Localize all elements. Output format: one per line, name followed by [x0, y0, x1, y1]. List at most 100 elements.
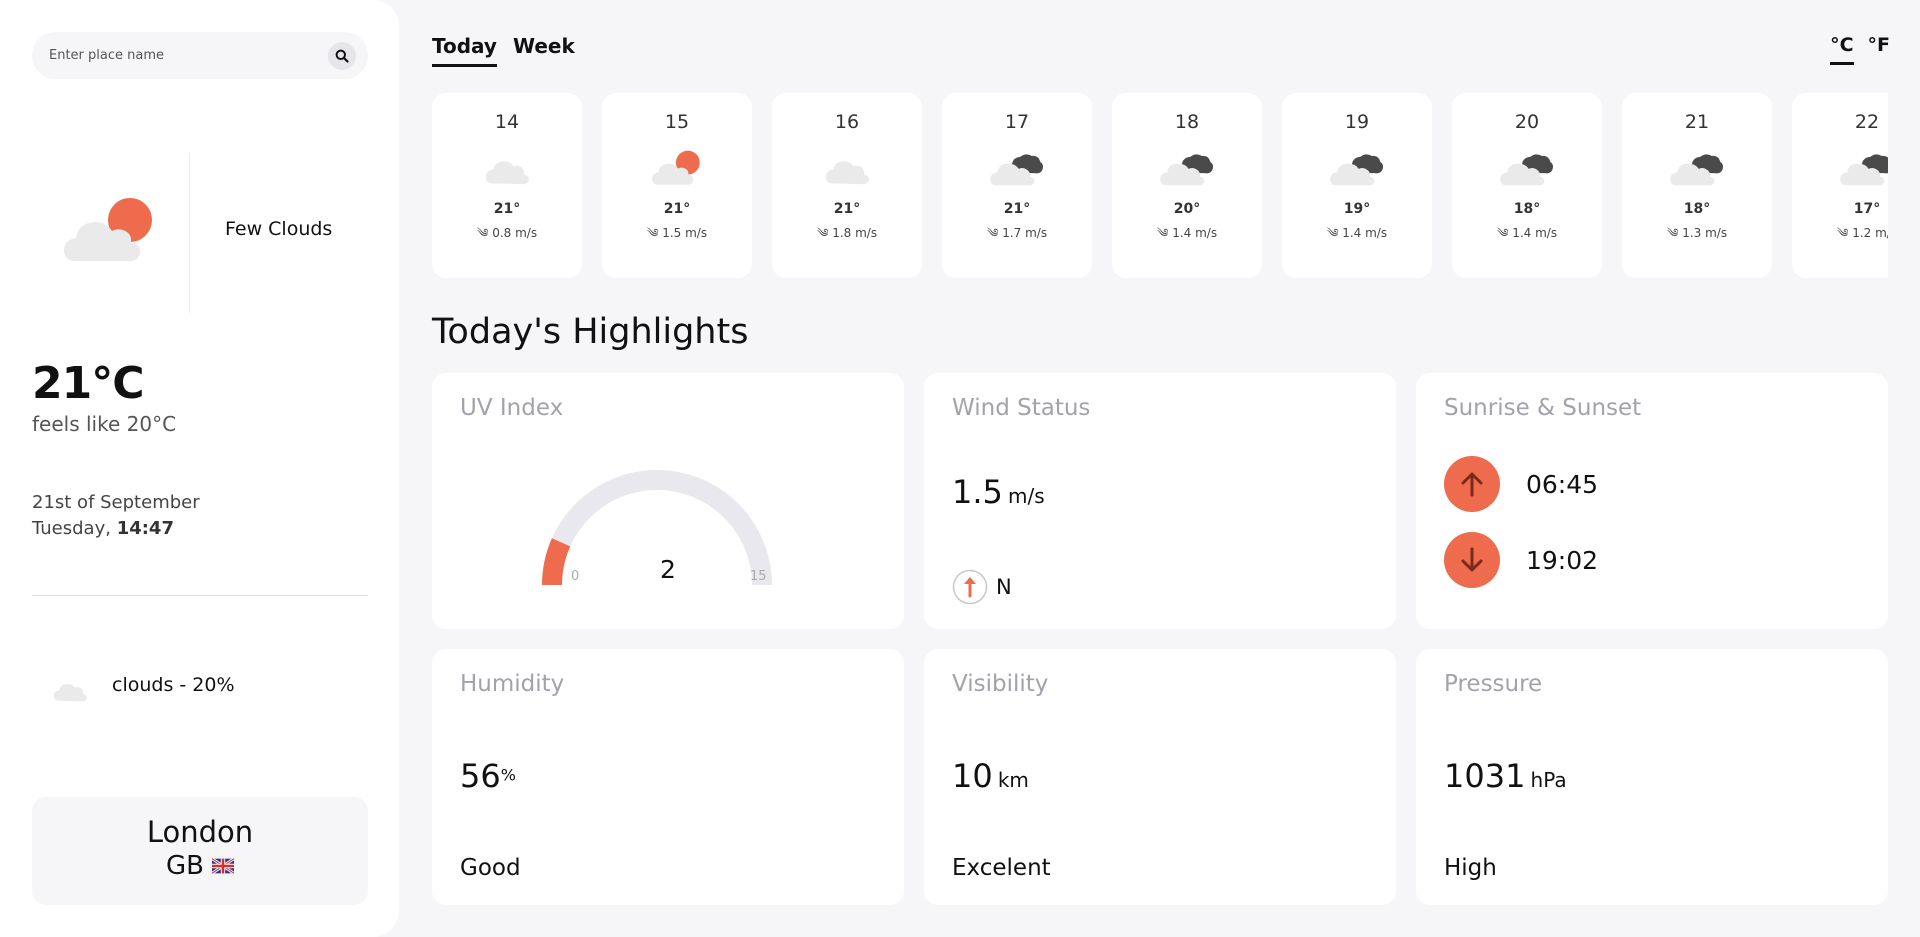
feels-like: feels like 20°C	[32, 412, 177, 436]
broken-clouds-icon	[1500, 154, 1554, 186]
forecast-card: 20 18° ༄ 1.4 m/s	[1452, 93, 1602, 278]
few-clouds-icon	[64, 198, 152, 261]
sunset-row: 19:02	[1444, 532, 1598, 588]
forecast-card: 21 18° ༄ 1.3 m/s	[1622, 93, 1772, 278]
visibility-value: 10	[952, 757, 993, 795]
forecast-temp: 19°	[1343, 201, 1371, 217]
forecast-wind-value: 1.3 m/s	[1682, 226, 1728, 240]
uv-value: 2	[660, 555, 676, 584]
forecast-wind-value: 1.4 m/s	[1512, 226, 1558, 240]
forecast-wind: ༄ 1.4 m/s	[1282, 220, 1432, 254]
visibility-unit: km	[997, 768, 1029, 792]
forecast-card: 16 21° ༄ 1.8 m/s	[772, 93, 922, 278]
forecast-temp: 20°	[1173, 201, 1201, 217]
pressure-card: Pressure 1031 hPa High	[1416, 649, 1888, 905]
card-title: Wind Status	[952, 395, 1091, 421]
divider	[189, 153, 190, 313]
pressure-value: 1031	[1444, 757, 1526, 795]
humidity-unit: %	[500, 765, 516, 785]
forecast-hour: 19	[1344, 111, 1370, 133]
forecast-wind-value: 1.4 m/s	[1342, 226, 1388, 240]
sunset-time: 19:02	[1526, 545, 1599, 575]
current-temperature: 21°C	[32, 358, 145, 409]
city-name: London	[146, 815, 254, 849]
wind-icon: ༄	[816, 226, 829, 240]
wind-direction: N	[952, 569, 1012, 605]
forecast-card: 17 21° ༄ 1.7 m/s	[942, 93, 1092, 278]
card-title: Visibility	[952, 671, 1049, 697]
wind-speed-unit: m/s	[1007, 484, 1045, 508]
current-date: 21st of September	[32, 492, 200, 513]
card-title: Humidity	[460, 671, 565, 697]
search-icon	[335, 49, 349, 63]
sunrise-icon	[1444, 456, 1500, 512]
forecast-hour: 14	[494, 111, 520, 133]
wind-speed: 1.5 m/s	[952, 473, 1045, 511]
uv-index-card: UV Index 0 15 2	[432, 373, 904, 629]
wind-icon: ༄	[476, 226, 489, 240]
wind-icon: ༄	[646, 226, 659, 240]
divider	[32, 595, 368, 596]
search-input[interactable]	[49, 48, 328, 63]
forecast-hour: 20	[1514, 111, 1540, 133]
forecast-card: 19 19° ༄ 1.4 m/s	[1282, 93, 1432, 278]
country: GB	[166, 851, 234, 881]
weekday: Tuesday,	[32, 518, 111, 539]
uv-gauge	[542, 470, 772, 586]
wind-icon: ༄	[1666, 226, 1679, 240]
forecast-wind: ༄ 1.8 m/s	[772, 220, 922, 254]
tab-week[interactable]: Week	[513, 34, 575, 67]
card-title: Sunrise & Sunset	[1444, 395, 1642, 421]
wind-status-card: Wind Status 1.5 m/s N	[924, 373, 1396, 629]
forecast-wind-value: 1.8 m/s	[832, 226, 878, 240]
forecast-wind-value: 1.7 m/s	[1002, 226, 1048, 240]
day-time: Tuesday, 14:47	[32, 518, 174, 539]
forecast-card: 22 17° ༄ 1.2 m/s	[1792, 93, 1888, 278]
wind-direction-label: N	[996, 575, 1012, 599]
unit-toggle: °C °F	[1830, 34, 1890, 65]
forecast-wind: ༄ 1.4 m/s	[1452, 220, 1602, 254]
visibility-status: Excelent	[952, 855, 1051, 881]
view-tabs: Today Week	[432, 34, 575, 67]
uk-flag-icon	[211, 858, 234, 874]
forecast-hour: 16	[834, 111, 860, 133]
wind-speed-value: 1.5	[952, 473, 1003, 511]
humidity-value: 56	[460, 757, 501, 795]
broken-clouds-icon	[1670, 154, 1724, 186]
forecast-card: 18 20° ༄ 1.4 m/s	[1112, 93, 1262, 278]
tab-today[interactable]: Today	[432, 34, 497, 67]
wind-icon: ༄	[1326, 226, 1339, 240]
wind-icon: ༄	[1156, 226, 1169, 240]
sunrise-sunset-card: Sunrise & Sunset 06:45 19:02	[1416, 373, 1888, 629]
forecast-hour: 15	[664, 111, 690, 133]
forecast-wind: ༄ 1.3 m/s	[1622, 220, 1772, 254]
few-clouds-icon	[652, 150, 700, 185]
forecast-wind: ༄ 1.5 m/s	[602, 220, 752, 254]
broken-clouds-icon	[1330, 154, 1384, 186]
broken-clouds-icon	[1160, 154, 1214, 186]
search-button[interactable]	[328, 41, 356, 70]
forecast-temp: 21°	[1003, 201, 1031, 217]
forecast-wind-value: 1.5 m/s	[662, 226, 708, 240]
forecast-hour: 17	[1004, 111, 1030, 133]
forecast-temp: 21°	[663, 201, 691, 217]
forecast-wind-value: 0.8 m/s	[492, 226, 538, 240]
celsius-button[interactable]: °C	[1830, 34, 1854, 65]
fahrenheit-button[interactable]: °F	[1868, 34, 1890, 65]
clouds-percentage: clouds - 20%	[112, 674, 235, 696]
forecast-temp: 18°	[1513, 201, 1541, 217]
forecast-temp: 21°	[833, 201, 861, 217]
forecast-wind: ༄ 1.4 m/s	[1112, 220, 1262, 254]
visibility-reading: 10 km	[952, 757, 1029, 795]
broken-clouds-icon	[990, 154, 1044, 186]
sunset-icon	[1444, 532, 1500, 588]
forecast-temp: 21°	[493, 201, 521, 217]
sunrise-time: 06:45	[1526, 469, 1599, 499]
pressure-status: High	[1444, 855, 1497, 881]
forecast-wind: ༄ 1.2 m/s	[1792, 220, 1888, 254]
search-bar	[32, 32, 368, 79]
wind-icon: ༄	[1496, 226, 1509, 240]
forecast-card: 14 21° ༄ 0.8 m/s	[432, 93, 582, 278]
cloud-icon	[485, 161, 529, 185]
pressure-reading: 1031 hPa	[1444, 757, 1567, 795]
